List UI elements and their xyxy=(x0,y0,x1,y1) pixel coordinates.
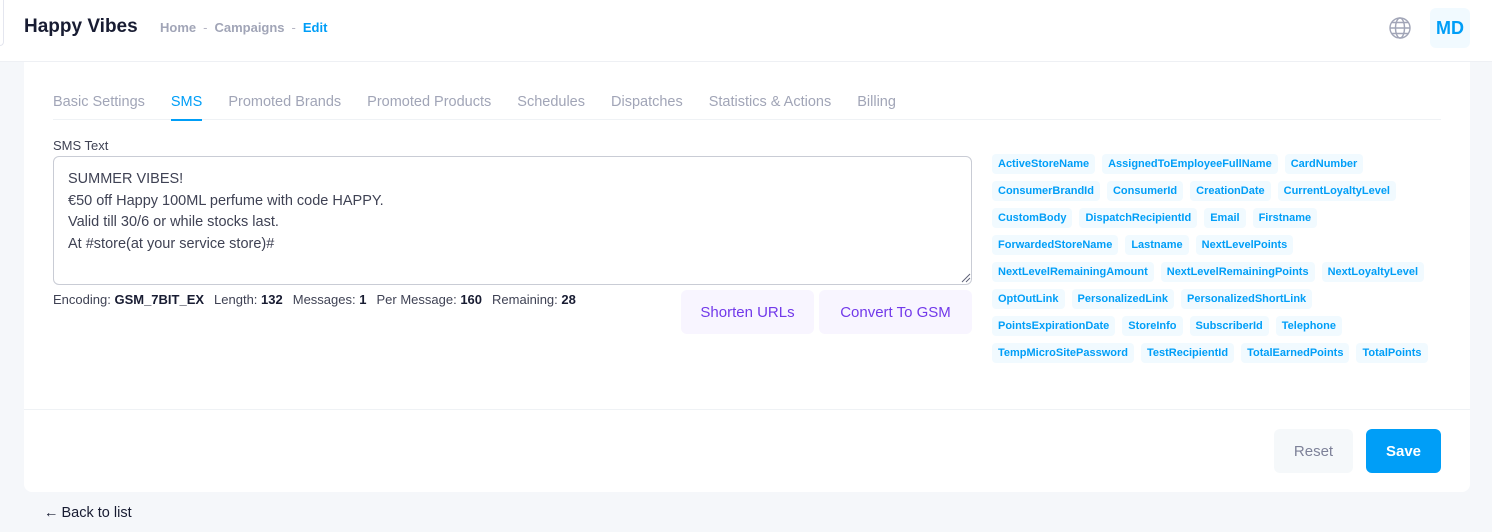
placeholder-chip[interactable]: AssignedToEmployeeFullName xyxy=(1102,154,1278,174)
tab-statistics-actions[interactable]: Statistics & Actions xyxy=(709,92,832,120)
placeholder-chip[interactable]: NextLevelPoints xyxy=(1195,235,1294,255)
tab-dispatches[interactable]: Dispatches xyxy=(611,92,683,120)
shorten-urls-button[interactable]: Shorten URLs xyxy=(681,290,814,334)
placeholder-chip[interactable]: NextLevelRemainingPoints xyxy=(1160,262,1315,282)
save-button[interactable]: Save xyxy=(1366,429,1441,473)
tab-basic-settings[interactable]: Basic Settings xyxy=(53,92,145,120)
placeholder-chip[interactable]: ConsumerId xyxy=(1106,181,1184,201)
placeholder-chip[interactable]: CurrentLoyaltyLevel xyxy=(1277,181,1396,201)
tab-schedules[interactable]: Schedules xyxy=(517,92,585,120)
per-message-label: Per Message: xyxy=(376,292,457,307)
tab-billing[interactable]: Billing xyxy=(857,92,896,120)
sms-text-area[interactable]: SUMMER VIBES! €50 off Happy 100ML perfum… xyxy=(53,156,972,285)
placeholder-chip[interactable]: Firstname xyxy=(1252,208,1318,228)
placeholder-chip[interactable]: StoreInfo xyxy=(1122,316,1183,336)
placeholder-chip[interactable]: Lastname xyxy=(1125,235,1189,255)
encoding-value: GSM_7BIT_EX xyxy=(114,292,205,307)
messages-label: Messages: xyxy=(292,292,356,307)
tab-promoted-brands[interactable]: Promoted Brands xyxy=(228,92,341,120)
tab-bar: Basic Settings SMS Promoted Brands Promo… xyxy=(53,92,1441,121)
breadcrumb: Home - Campaigns - Edit xyxy=(160,20,327,35)
breadcrumb-separator: - xyxy=(291,20,296,35)
length-label: Length: xyxy=(214,292,258,307)
placeholder-chip[interactable]: TotalEarnedPoints xyxy=(1241,343,1350,363)
breadcrumb-separator: - xyxy=(203,20,208,35)
placeholder-chip[interactable]: TempMicroSitePassword xyxy=(992,343,1134,363)
breadcrumb-campaigns[interactable]: Campaigns xyxy=(214,20,284,35)
convert-to-gsm-button[interactable]: Convert To GSM xyxy=(819,290,972,334)
remaining-value: 28 xyxy=(561,292,576,307)
messages-stat: Messages: 1 xyxy=(293,292,367,307)
campaign-edit-card: Basic Settings SMS Promoted Brands Promo… xyxy=(24,62,1470,492)
remaining-label: Remaining: xyxy=(492,292,558,307)
top-header: Happy Vibes Home - Campaigns - Edit MD xyxy=(0,0,1492,62)
sms-text-label: SMS Text xyxy=(53,138,109,153)
placeholder-chip[interactable]: OptOutLink xyxy=(992,289,1065,309)
placeholder-chip[interactable]: CardNumber xyxy=(1284,154,1364,174)
per-message-stat: Per Message: 160 xyxy=(376,292,482,307)
card-footer-divider xyxy=(24,409,1470,410)
globe-icon[interactable] xyxy=(1388,16,1412,40)
placeholder-chip[interactable]: Telephone xyxy=(1275,316,1342,336)
per-message-value: 160 xyxy=(460,292,483,307)
sidebar-toggle-edge[interactable] xyxy=(0,0,4,46)
arrow-left-icon: ← xyxy=(44,505,59,521)
placeholder-chip[interactable]: CustomBody xyxy=(992,208,1073,228)
placeholder-chip[interactable]: ForwardedStoreName xyxy=(992,235,1119,255)
resize-grip-icon[interactable] xyxy=(961,273,971,283)
placeholder-chip[interactable]: NextLoyaltyLevel xyxy=(1321,262,1425,282)
placeholder-chip[interactable]: ActiveStoreName xyxy=(992,154,1096,174)
breadcrumb-home[interactable]: Home xyxy=(160,20,196,35)
placeholder-chip[interactable]: PersonalizedShortLink xyxy=(1180,289,1313,309)
placeholder-chip[interactable]: ConsumerBrandId xyxy=(992,181,1100,201)
app-title: Happy Vibes xyxy=(24,16,138,37)
tab-sms[interactable]: SMS xyxy=(170,92,203,121)
breadcrumb-edit: Edit xyxy=(302,20,328,35)
placeholder-chip[interactable]: NextLevelRemainingAmount xyxy=(992,262,1154,282)
placeholder-chip[interactable]: CreationDate xyxy=(1190,181,1271,201)
tab-promoted-products[interactable]: Promoted Products xyxy=(367,92,491,120)
placeholder-tags: ActiveStoreName AssignedToEmployeeFullNam… xyxy=(992,154,1442,363)
length-value: 132 xyxy=(261,292,283,307)
length-stat: Length: 132 xyxy=(214,292,283,307)
user-avatar[interactable]: MD xyxy=(1430,8,1470,48)
placeholder-chip[interactable]: DispatchRecipientId xyxy=(1079,208,1198,228)
placeholder-chip[interactable]: PointsExpirationDate xyxy=(992,316,1116,336)
placeholder-chip[interactable]: TestRecipientId xyxy=(1141,343,1235,363)
back-to-list-link[interactable]: ← Back to list xyxy=(44,505,132,521)
back-to-list-label: Back to list xyxy=(61,505,132,521)
placeholder-chip[interactable]: PersonalizedLink xyxy=(1071,289,1174,309)
sms-stats: Encoding: GSM_7BIT_EX Length: 132 Messag… xyxy=(53,292,586,307)
remaining-stat: Remaining: 28 xyxy=(492,292,576,307)
placeholder-chip[interactable]: SubscriberId xyxy=(1189,316,1269,336)
messages-value: 1 xyxy=(359,292,367,307)
encoding-label: Encoding: xyxy=(53,292,111,307)
reset-button[interactable]: Reset xyxy=(1274,429,1353,473)
placeholder-chip[interactable]: TotalPoints xyxy=(1356,343,1428,363)
encoding-stat: Encoding: GSM_7BIT_EX xyxy=(53,292,204,307)
placeholder-chip[interactable]: Email xyxy=(1204,208,1246,228)
